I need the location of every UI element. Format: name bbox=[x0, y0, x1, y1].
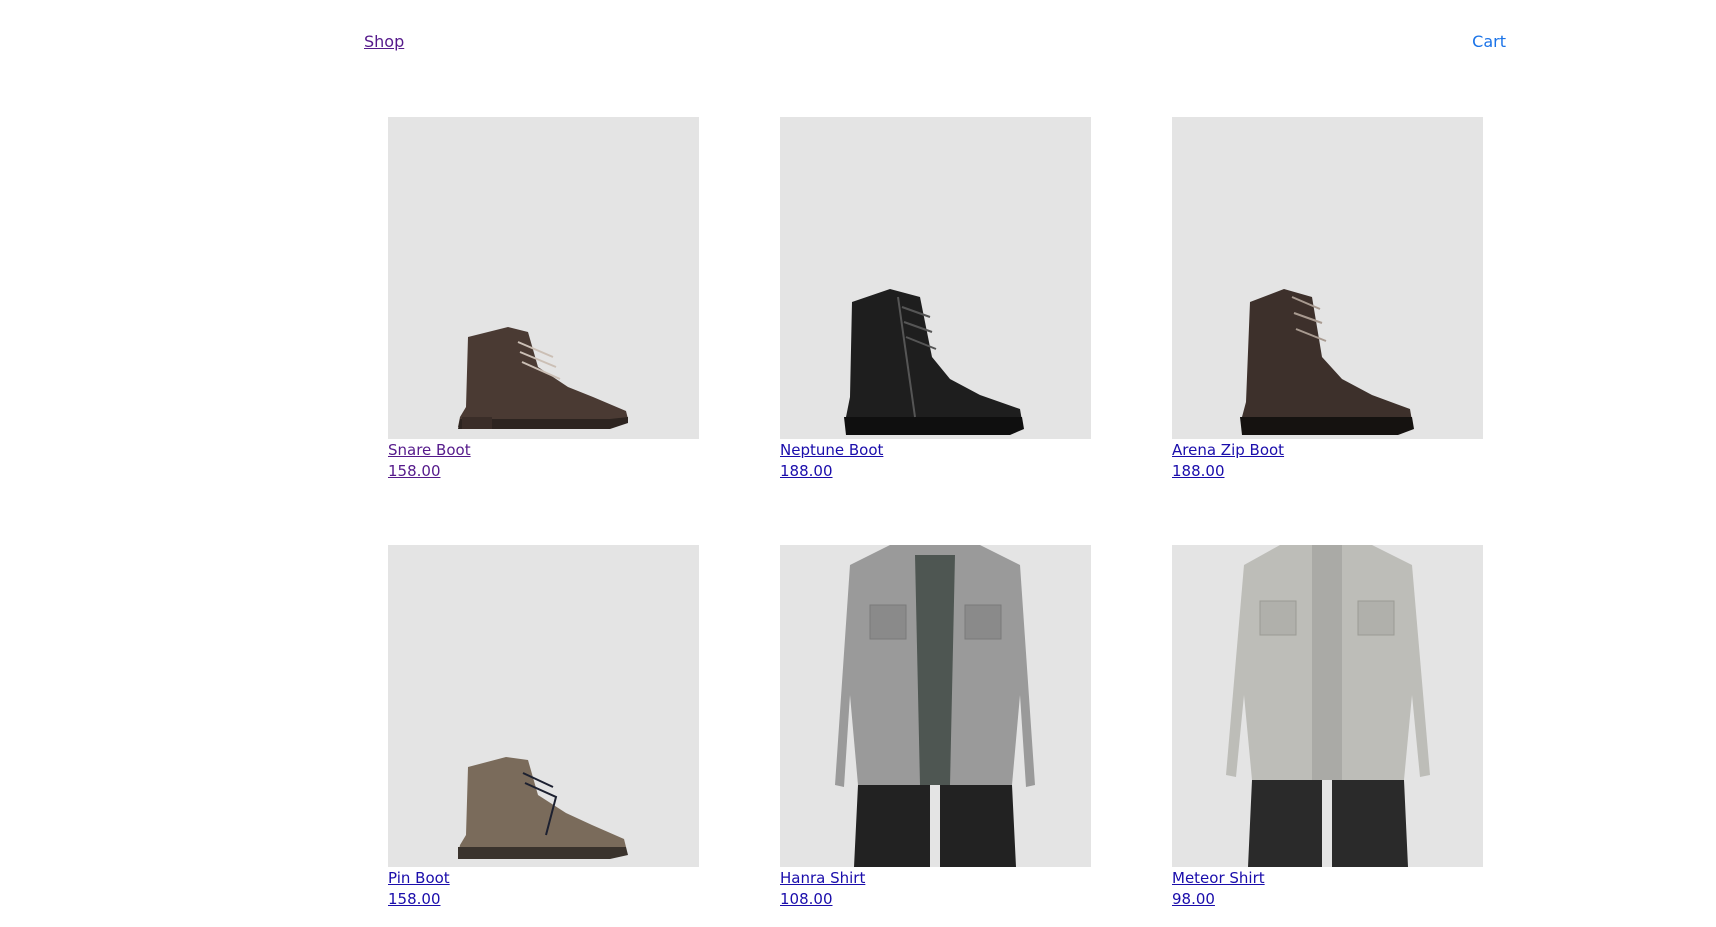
top-navigation: Shop Cart bbox=[364, 32, 1506, 54]
product-grid: Snare Boot 158.00 Neptune Boot 188.00 Ar… bbox=[388, 117, 1483, 919]
product-card: Neptune Boot 188.00 bbox=[780, 117, 1091, 491]
product-price-link[interactable]: 188.00 bbox=[1172, 461, 1483, 482]
product-card: Arena Zip Boot 188.00 bbox=[1172, 117, 1483, 491]
black-combat-boot-icon bbox=[844, 289, 1024, 435]
suede-lace-boot-image[interactable] bbox=[388, 545, 699, 867]
product-price-link[interactable]: 98.00 bbox=[1172, 889, 1483, 910]
brown-lace-up-boot-image[interactable] bbox=[388, 117, 699, 439]
product-name-link[interactable]: Hanra Shirt bbox=[780, 868, 1091, 889]
product-price-link[interactable]: 158.00 bbox=[388, 461, 699, 482]
suede-lace-boot-icon bbox=[458, 757, 628, 859]
black-combat-boot-image[interactable] bbox=[780, 117, 1091, 439]
brown-zip-boot-image[interactable] bbox=[1172, 117, 1483, 439]
brown-zip-boot-icon bbox=[1240, 289, 1414, 435]
product-card: Snare Boot 158.00 bbox=[388, 117, 699, 491]
product-name-link[interactable]: Meteor Shirt bbox=[1172, 868, 1483, 889]
product-card: Pin Boot 158.00 bbox=[388, 545, 699, 919]
brown-lace-up-boot-icon bbox=[458, 327, 628, 429]
product-name-link[interactable]: Arena Zip Boot bbox=[1172, 440, 1483, 461]
product-card: Hanra Shirt 108.00 bbox=[780, 545, 1091, 919]
product-name-link[interactable]: Snare Boot bbox=[388, 440, 699, 461]
shop-page: Shop Cart Snare Boot 158.00 Neptune Boot… bbox=[0, 0, 1716, 927]
product-price-link[interactable]: 108.00 bbox=[780, 889, 1091, 910]
grey-denim-shirt-icon bbox=[835, 545, 1035, 867]
product-price-link[interactable]: 188.00 bbox=[780, 461, 1091, 482]
product-name-link[interactable]: Neptune Boot bbox=[780, 440, 1091, 461]
product-name-link[interactable]: Pin Boot bbox=[388, 868, 699, 889]
grey-denim-shirt-image[interactable] bbox=[780, 545, 1091, 867]
light-denim-shirt-image[interactable] bbox=[1172, 545, 1483, 867]
shop-link[interactable]: Shop bbox=[364, 32, 404, 51]
product-price-link[interactable]: 158.00 bbox=[388, 889, 699, 910]
product-card: Meteor Shirt 98.00 bbox=[1172, 545, 1483, 919]
light-denim-shirt-icon bbox=[1226, 545, 1430, 867]
cart-link[interactable]: Cart bbox=[1472, 32, 1506, 51]
